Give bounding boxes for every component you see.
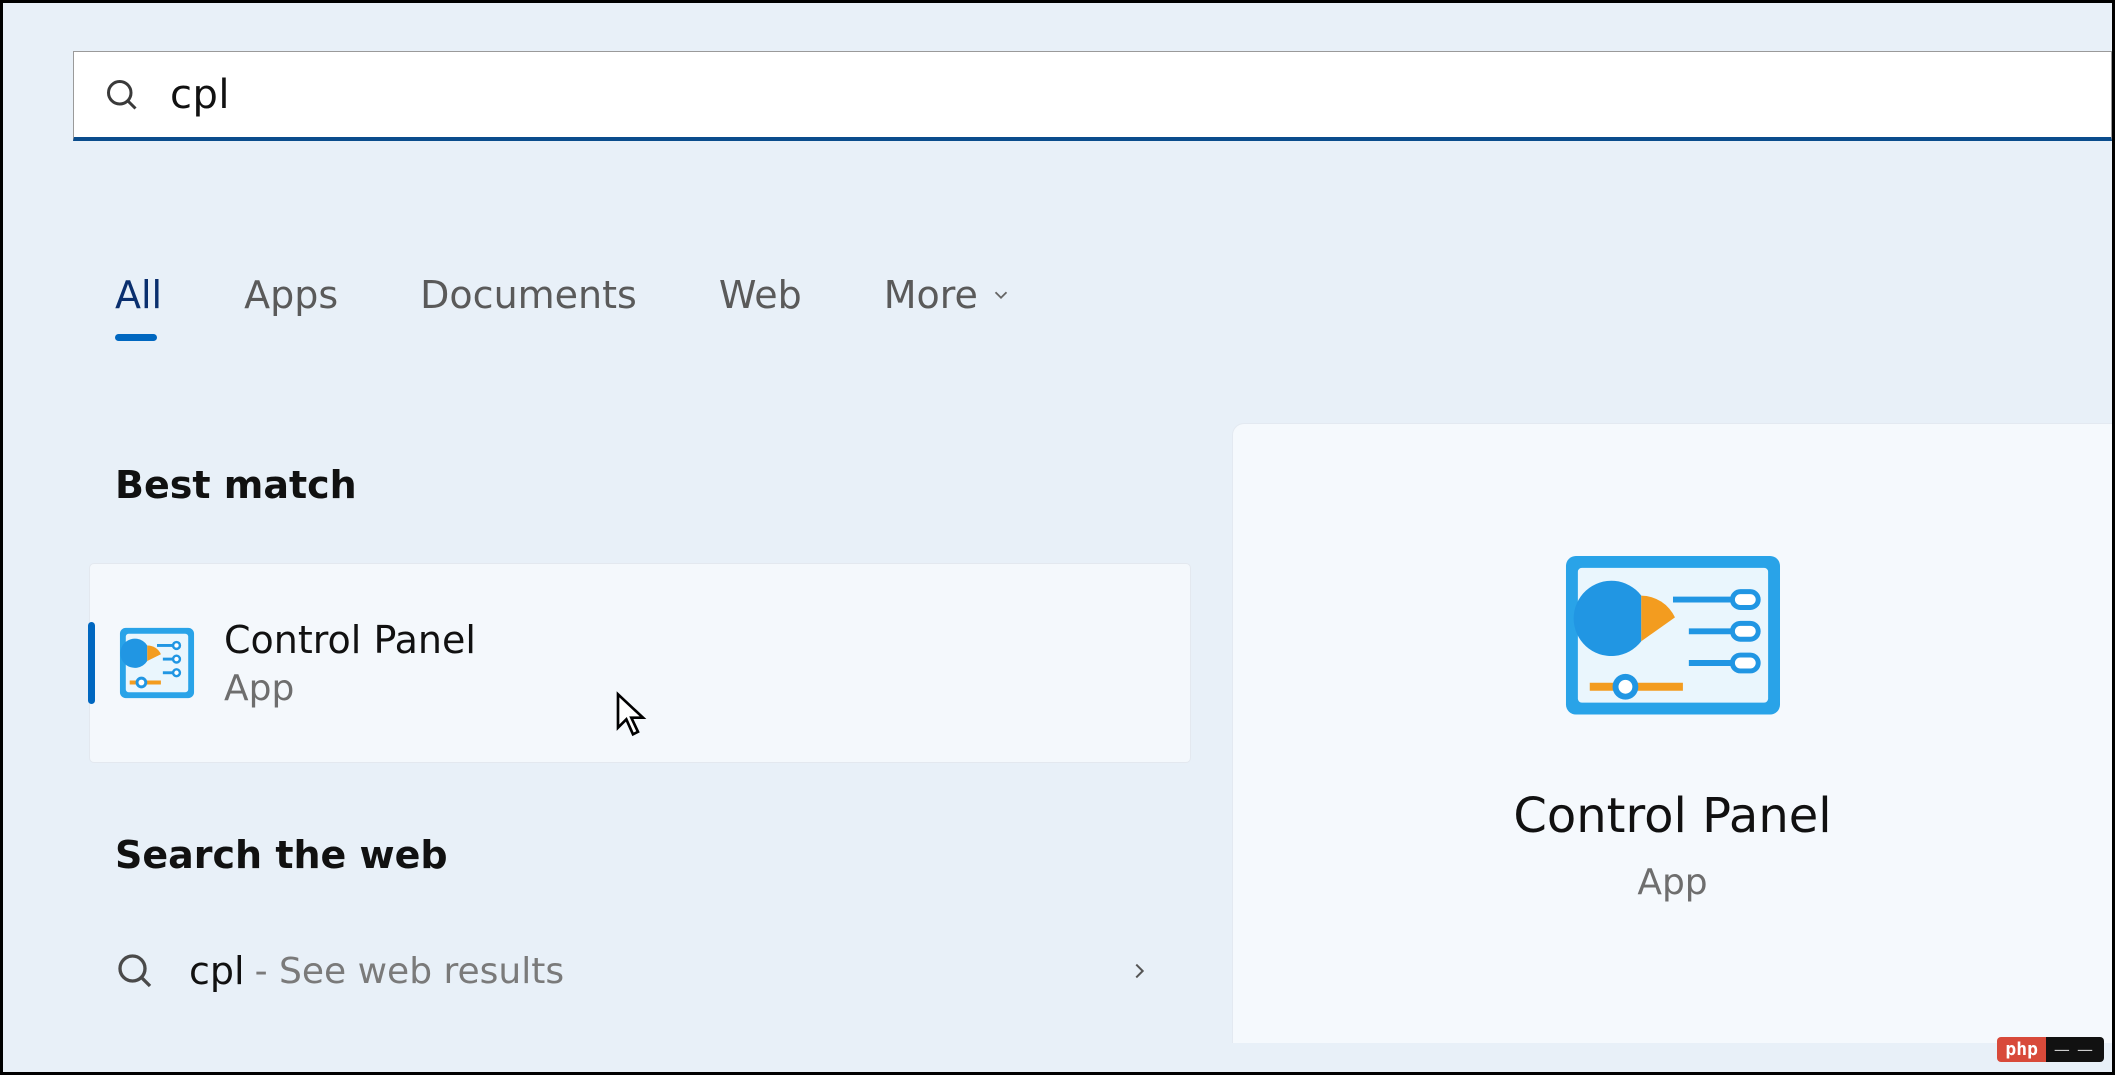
- filter-label: Apps: [244, 273, 338, 317]
- best-match-text: Control Panel App: [224, 618, 476, 709]
- filter-label: Documents: [420, 273, 637, 317]
- best-match-subtitle: App: [224, 668, 476, 709]
- filter-tabs: All Apps Documents Web More: [115, 273, 1012, 317]
- watermark: php — —: [1997, 1034, 2104, 1064]
- section-title-search-web: Search the web: [115, 833, 448, 877]
- filter-tab-web[interactable]: Web: [719, 273, 802, 317]
- filter-label: All: [115, 273, 162, 317]
- web-search-result[interactable]: cpl - See web results: [115, 949, 1150, 993]
- web-search-query: cpl: [189, 949, 245, 993]
- filter-label: Web: [719, 273, 802, 317]
- web-search-hint: - See web results: [255, 951, 565, 992]
- detail-panel: Control Panel App: [1232, 423, 2112, 1043]
- filter-tab-apps[interactable]: Apps: [244, 273, 338, 317]
- detail-title: Control Panel: [1513, 788, 1831, 844]
- filter-tab-all[interactable]: All: [115, 273, 162, 317]
- filter-tab-documents[interactable]: Documents: [420, 273, 637, 317]
- search-icon: [104, 77, 140, 113]
- detail-subtitle: App: [1637, 862, 1707, 903]
- watermark-left: php: [1997, 1037, 2046, 1062]
- chevron-right-icon: [1128, 960, 1150, 982]
- best-match-title: Control Panel: [224, 618, 476, 662]
- control-panel-icon: [1564, 554, 1782, 716]
- search-icon: [115, 951, 155, 991]
- search-input[interactable]: [170, 72, 1776, 118]
- filter-label: More: [884, 273, 978, 317]
- search-bar[interactable]: [73, 51, 2112, 141]
- section-title-best-match: Best match: [115, 463, 357, 507]
- filter-tab-more[interactable]: More: [884, 273, 1012, 317]
- chevron-down-icon: [990, 284, 1012, 306]
- watermark-right: — —: [2046, 1037, 2104, 1062]
- best-match-result[interactable]: Control Panel App: [89, 563, 1191, 763]
- control-panel-icon: [118, 624, 196, 702]
